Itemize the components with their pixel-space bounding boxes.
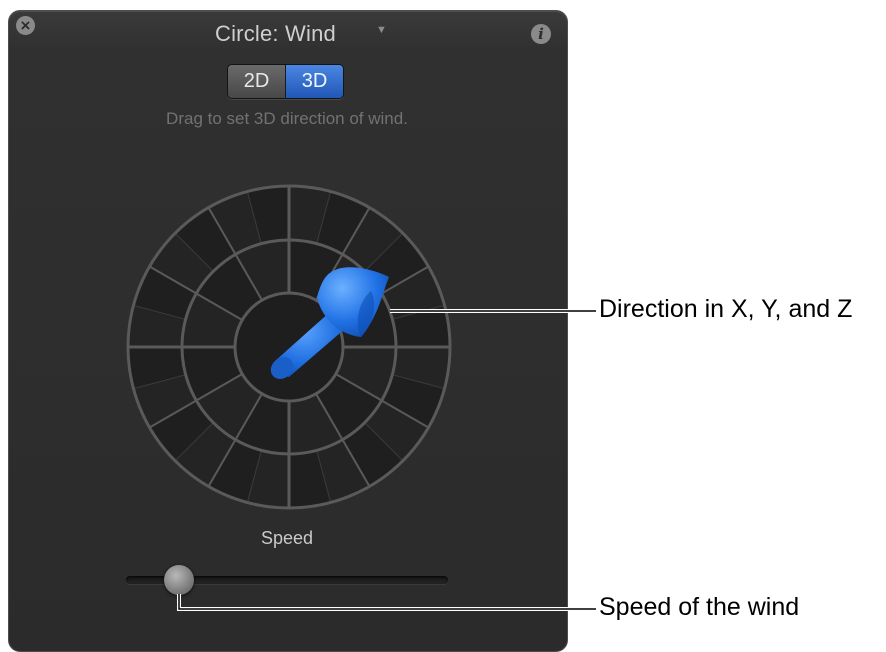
callout-direction-label: Direction in X, Y, and Z [599,295,853,323]
callout-speed-label: Speed of the wind [599,593,800,621]
